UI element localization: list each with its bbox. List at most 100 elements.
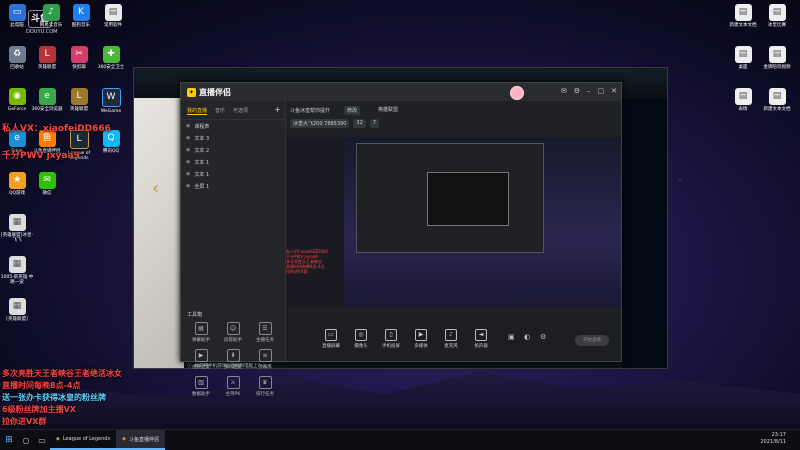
task-view-icon[interactable]: ▭ xyxy=(34,430,50,450)
stream-preview[interactable]: 私人VX:xiaofeiDD666 千分PWV jxyaa9 多次亮胜天王者峡谷… xyxy=(286,137,621,307)
desktop-icon-right-6[interactable]: ▤ 新建文本文档 xyxy=(760,88,794,112)
user-icon: ☺ xyxy=(226,322,240,335)
speaker-icon: ◄ xyxy=(475,329,487,341)
preview-overlay-text: 私人VX:xiaofeiDD666 千分PWV jxyaa9 多次亮胜天王者峡谷… xyxy=(286,249,328,274)
desktop-icon-360-browser[interactable]: e 360安全浏览器 xyxy=(30,88,64,112)
share-count: 7 xyxy=(369,119,379,128)
tool-streamer-task[interactable]: ☰ 主播任务 xyxy=(249,322,281,343)
close-icon[interactable]: ✕ xyxy=(611,87,617,95)
tool-data-helper[interactable]: ▥ 数据助手 xyxy=(185,376,217,397)
overlay-qiangfen: 千分PWV jxyaa9 xyxy=(2,151,80,161)
desktop-icon-label: 英雄联盟 xyxy=(38,65,56,70)
desktop-icon-this-pc[interactable]: ▭ 此电脑 xyxy=(0,4,34,28)
windows-start-icon[interactable]: ⊞ xyxy=(0,430,18,450)
screen-capture-button[interactable]: ▭ 直播屏幕 xyxy=(318,329,344,349)
chart-icon: ▥ xyxy=(194,376,208,389)
record-icon[interactable]: ▣ xyxy=(508,333,515,341)
desktop-icon-right-3[interactable]: ▤ 桌面 xyxy=(726,46,760,70)
window-controls: ✉ ⚙ – □ ✕ xyxy=(561,87,617,95)
eye-icon[interactable]: ◉ xyxy=(186,171,190,177)
main-area: 斗鱼冰皇帮你提升 修改 英雄联盟 冰皇大飞200 7885390 32 7 私人… xyxy=(286,101,621,361)
gift-icon[interactable]: ✉ xyxy=(561,87,567,95)
desktop-icon-right-4[interactable]: ▤ 金牌陪玩视频 xyxy=(760,46,794,70)
viewer-count: 32 xyxy=(353,119,366,128)
eye-icon[interactable]: ◉ xyxy=(186,123,190,129)
camera-button[interactable]: ◎ 摄像头 xyxy=(348,329,374,349)
tab-my-live[interactable]: 我的直播 xyxy=(187,107,208,115)
source-item[interactable]: ◉ 文本 1 xyxy=(181,156,285,168)
source-item[interactable]: ◉ 课程表 xyxy=(181,120,285,132)
desktop-icon-right-1[interactable]: ▤ 新建文本文档 xyxy=(726,4,760,28)
add-scene-icon[interactable]: + xyxy=(274,105,281,114)
minimize-icon[interactable]: – xyxy=(587,87,591,95)
source-item[interactable]: ◉ 文本 2 xyxy=(181,144,285,156)
desktop-icon-wegame[interactable]: W WeGame xyxy=(94,88,128,114)
room-category[interactable]: 英雄联盟 xyxy=(378,106,398,113)
tab-options[interactable]: 可选项 xyxy=(233,107,248,115)
speaker-button[interactable]: ◄ 扬声器 xyxy=(468,329,494,349)
trophy-icon: ♛ xyxy=(258,376,272,389)
multimedia-button[interactable]: ▶ 多媒体 xyxy=(408,329,434,349)
tool-room-admin[interactable]: ☺ 房管助手 xyxy=(217,322,249,343)
info-icon: ⓘ xyxy=(187,364,192,369)
desktop-icon-geforce[interactable]: ◉ GeForce xyxy=(0,88,34,112)
eye-icon[interactable]: ◉ xyxy=(186,159,190,165)
file-icon: ▤ xyxy=(768,4,786,21)
tool-danmu-helper[interactable]: ▤ 弹幕助手 xyxy=(185,322,217,343)
settings-icon[interactable]: ⚙ xyxy=(574,87,580,95)
desktop-icon-file-2[interactable]: ▦ 1005-新英雄 中路一波 xyxy=(0,256,34,285)
overlay-line-4: 6级粉丝牌加主播VX xyxy=(2,405,76,414)
maximize-icon[interactable]: □ xyxy=(598,87,605,95)
source-label: 课程表 xyxy=(194,123,210,130)
edit-title-button[interactable]: 修改 xyxy=(344,106,361,115)
room-tags: 冰皇大飞200 7885390 32 7 xyxy=(290,119,379,128)
browser-icon: e xyxy=(38,88,56,105)
microphone-button[interactable]: ♪ 麦克风 xyxy=(438,329,464,349)
notice-bar[interactable]: ⓘ 如何把手机游戏画面搬到电脑上? xyxy=(187,363,260,369)
monitor-icon: ▭ xyxy=(325,329,337,341)
eye-icon[interactable]: ◉ xyxy=(186,147,190,153)
streamer-window[interactable]: ✦ 直播伴侣 ✉ ⚙ – □ ✕ 我的直播 音乐 可选项 + ◉ 课程表 ◉ 文本 3… xyxy=(180,82,622,397)
desktop-icon-kugou[interactable]: K 酷狗音乐 xyxy=(64,4,98,28)
source-item[interactable]: ◉ 文本 1 xyxy=(181,168,285,180)
search-icon[interactable]: ○ xyxy=(18,430,34,450)
desktop-icon-file-1[interactable]: ▦ [英雄联盟]冰皇-飞飞 xyxy=(0,214,34,243)
desktop-icon-lol-2[interactable]: L 英雄联盟 xyxy=(62,88,96,112)
file-icon: ▦ xyxy=(8,256,26,273)
tab-music[interactable]: 音乐 xyxy=(215,107,225,115)
desktop-icon-lol[interactable]: L 英雄联盟 xyxy=(30,46,64,70)
desktop-icon-right-5[interactable]: ▤ 表情 xyxy=(726,88,760,112)
desktop-icon-file-3[interactable]: ▦ [英雄联盟] xyxy=(0,298,34,322)
desktop-icon-wechat[interactable]: ✉ 微信 xyxy=(30,172,64,196)
mute-icon[interactable]: ◐ xyxy=(524,333,530,341)
taskbar-app-douyu[interactable]: ◆ 斗鱼直播伴侣 xyxy=(116,430,165,450)
source-label: 文本 1 xyxy=(194,171,210,178)
source-label: 文本 2 xyxy=(194,147,210,154)
overlay-line-5: 拉你进VX群 xyxy=(2,417,47,426)
desktop-icon-360-guard[interactable]: ✚ 360安全卫士 xyxy=(94,46,128,70)
tool-rank-task[interactable]: ♛ 排行任务 xyxy=(249,376,281,397)
desktop-icon-quick-clip[interactable]: ✂ 快剪辑 xyxy=(62,46,96,70)
eye-icon[interactable]: ◉ xyxy=(186,135,190,141)
desktop-icon-qq-game[interactable]: ★ QQ游戏 xyxy=(0,172,34,196)
desktop-icon-label: WeGame xyxy=(100,109,122,114)
source-item[interactable]: ◉ 文本 3 xyxy=(181,132,285,144)
avatar[interactable] xyxy=(510,86,524,100)
gear-icon[interactable]: ⚙ xyxy=(540,333,546,341)
taskbar-app-lol[interactable]: ◆ League of Legends xyxy=(50,430,117,450)
desktop-icon-label: [英雄联盟]冰皇-飞飞 xyxy=(0,233,34,243)
tool-host-pk[interactable]: ⚔ 主持PK xyxy=(217,376,249,397)
media-icon: ▶ xyxy=(415,329,427,341)
source-item[interactable]: ◉ 全屏 1 xyxy=(181,180,285,192)
desktop-icon-netease-music[interactable]: ♪ 网易云音乐 xyxy=(34,4,68,28)
eye-icon[interactable]: ◉ xyxy=(186,183,190,189)
start-live-button[interactable]: 开始直播 xyxy=(575,335,609,346)
tool-label: 主持PK xyxy=(225,392,241,397)
phone-cast-button[interactable]: ▯ 手机投屏 xyxy=(378,329,404,349)
system-clock[interactable]: 23:17 2021/8/11 xyxy=(760,432,786,446)
desktop-icon-recycle-bin[interactable]: ♻ 回收站 xyxy=(0,46,34,70)
chevron-left-icon[interactable]: ‹ xyxy=(152,178,159,199)
desktop-icon-common-software[interactable]: ▤ 常用软件 xyxy=(96,4,130,28)
desktop-icon-right-2[interactable]: ▤ 冰皇比赛 xyxy=(760,4,794,28)
desktop-icon-label: 桌面 xyxy=(738,65,748,70)
